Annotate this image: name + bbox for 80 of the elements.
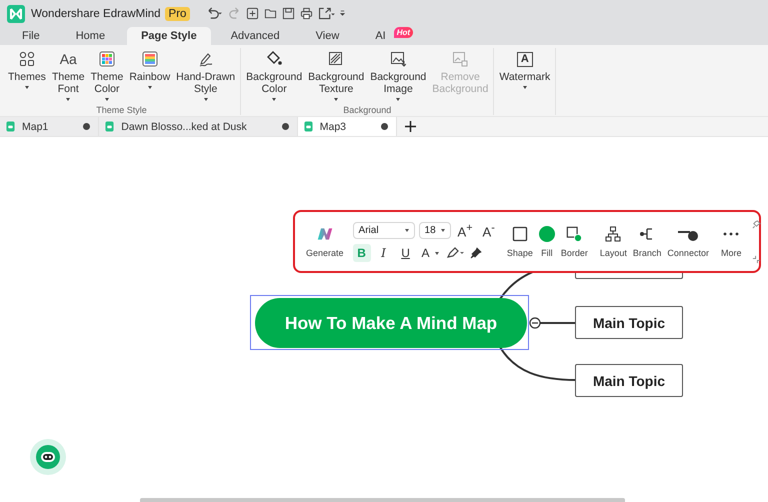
more-button[interactable]: More xyxy=(718,226,744,258)
font-select[interactable]: Arial xyxy=(352,222,415,239)
horizontal-scrollbar[interactable] xyxy=(140,498,625,502)
collapse-corner-icon[interactable] xyxy=(752,254,762,264)
pen-icon xyxy=(198,51,214,67)
ai-logo-icon xyxy=(316,226,333,242)
texture-icon xyxy=(328,51,344,67)
undo-icon[interactable] xyxy=(206,7,224,20)
fill-icon xyxy=(538,226,555,242)
group-label: Theme Style xyxy=(96,105,147,115)
export-icon[interactable] xyxy=(318,7,336,20)
watermark-icon: A xyxy=(516,52,533,66)
font-size-button[interactable]: A$^{-}$ xyxy=(480,222,498,240)
fill-button[interactable]: Fill xyxy=(536,226,558,258)
format-painter-icon[interactable] xyxy=(470,246,482,258)
new-icon[interactable] xyxy=(246,7,260,20)
pro-badge: Pro xyxy=(164,6,190,20)
ribbon-button[interactable]: Background Color xyxy=(243,48,306,101)
main-topic[interactable]: Main Topic xyxy=(575,306,683,339)
square-icon xyxy=(512,226,528,242)
ribbon-button[interactable]: Rainbow xyxy=(126,48,174,89)
shape-button[interactable]: Shape xyxy=(504,226,536,258)
menu-tab[interactable]: File xyxy=(8,27,56,45)
menu-tab[interactable]: View xyxy=(302,27,356,45)
ribbon-button[interactable]: Background Texture xyxy=(305,48,368,101)
ribbon-button[interactable]: A Watermark xyxy=(496,48,554,89)
ribbon-button[interactable]: Aa Theme Font xyxy=(48,48,88,101)
branch-button[interactable]: Branch xyxy=(630,226,664,258)
hot-badge: Hot xyxy=(394,27,414,38)
paint-bucket-icon xyxy=(266,51,282,67)
font-size-button[interactable]: A$^{+}$ xyxy=(454,222,476,240)
connector-line xyxy=(540,322,576,324)
more-icon xyxy=(723,232,740,236)
map-file-icon xyxy=(6,121,15,132)
image-icon xyxy=(390,51,406,67)
ribbon-button[interactable]: Hand-Drawn Style xyxy=(173,48,238,101)
text-style-button[interactable]: I xyxy=(374,244,393,262)
print-icon[interactable] xyxy=(300,7,314,20)
app-name: Wondershare EdrawMind xyxy=(31,8,161,20)
unsaved-dot-icon xyxy=(83,123,90,130)
size-select[interactable]: 18 xyxy=(418,222,451,239)
menu-tab[interactable]: AI xyxy=(361,27,388,45)
map-file-icon xyxy=(105,121,114,132)
ribbon-button[interactable]: Background Image xyxy=(367,48,430,101)
remove-image-icon xyxy=(452,51,468,67)
topic-box[interactable] xyxy=(575,273,683,279)
unsaved-dot-icon xyxy=(381,123,388,130)
document-tab[interactable]: Map1 xyxy=(0,117,100,136)
text-style-button[interactable]: U xyxy=(396,244,415,262)
menu-tab[interactable]: Page Style xyxy=(127,27,211,45)
layout-icon xyxy=(605,226,622,242)
text-style-button[interactable]: A xyxy=(418,244,442,262)
menu-tab[interactable]: Home xyxy=(62,27,122,45)
border-button[interactable]: Border xyxy=(558,226,591,258)
generate-button[interactable]: Generate xyxy=(303,226,347,258)
highlighter-icon[interactable] xyxy=(446,246,466,258)
rainbow-icon xyxy=(142,51,158,67)
map-file-icon xyxy=(304,121,313,132)
document-tab[interactable]: Map3 xyxy=(298,117,398,136)
folder-icon[interactable] xyxy=(264,7,278,20)
save-icon[interactable] xyxy=(282,7,296,20)
menu-tab[interactable]: Advanced xyxy=(216,27,296,45)
palette-icon xyxy=(98,51,115,67)
border-icon xyxy=(566,226,582,242)
customize-icon[interactable] xyxy=(340,9,346,18)
ribbon-button[interactable]: Themes xyxy=(5,48,49,89)
group-label: Background xyxy=(343,105,392,115)
add-tab-icon[interactable] xyxy=(405,121,416,132)
layout-button[interactable]: Layout xyxy=(596,226,630,258)
connector-button[interactable]: Connector xyxy=(664,226,712,258)
ribbon-button[interactable]: Theme Color xyxy=(88,48,126,101)
app-logo-icon xyxy=(7,4,25,22)
font-icon: Aa xyxy=(60,51,77,67)
unsaved-dot-icon xyxy=(282,123,289,130)
document-tab[interactable]: Dawn Blosso...ked at Dusk xyxy=(99,117,298,136)
main-topic[interactable]: Main Topic xyxy=(575,364,683,397)
ai-assistant-button[interactable] xyxy=(30,439,66,475)
collapse-icon[interactable] xyxy=(529,317,541,329)
pin-icon[interactable] xyxy=(752,220,762,228)
themes-icon xyxy=(18,51,35,67)
